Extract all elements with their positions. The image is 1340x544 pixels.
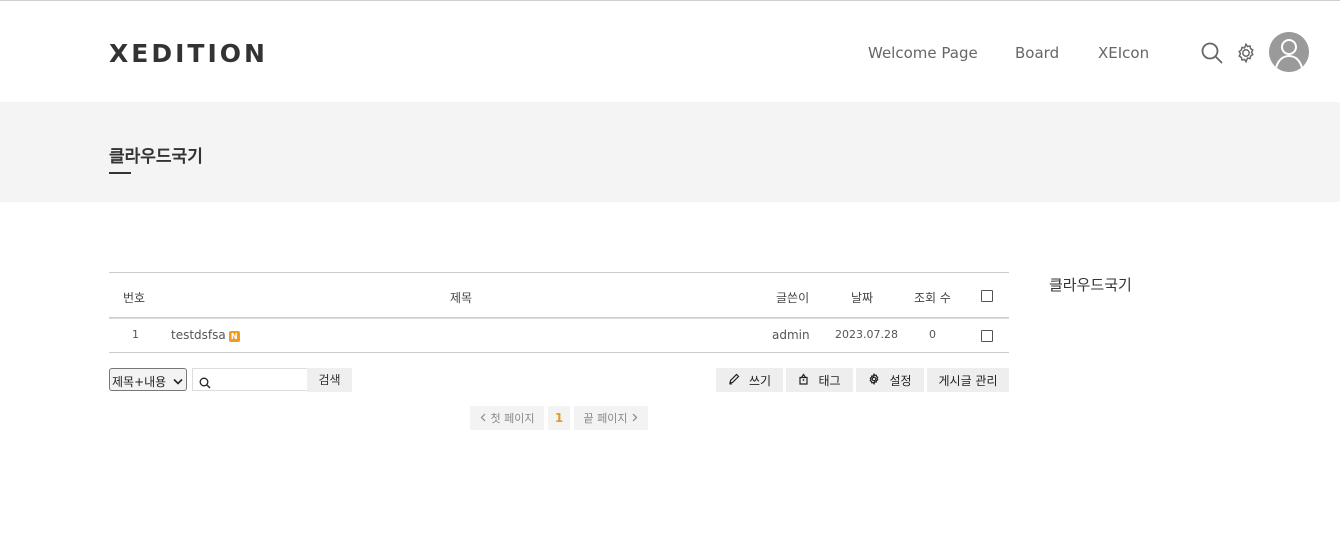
- nav-welcome-page[interactable]: Welcome Page: [868, 44, 978, 62]
- tag-icon: [798, 372, 809, 388]
- page-banner: 클라우드국기: [0, 102, 1340, 202]
- last-page-label: 끝 페이지: [583, 412, 628, 425]
- site-header: XEDITION Welcome Page Board XEIcon: [0, 1, 1340, 101]
- tag-label: 태그: [818, 373, 841, 388]
- settings-button[interactable]: 설정: [856, 368, 924, 392]
- header-author: 글쓴이: [776, 291, 810, 305]
- first-page-label: 첫 페이지: [490, 412, 535, 425]
- header-views: 조회 수: [914, 291, 951, 305]
- manage-posts-label: 게시글 관리: [938, 373, 998, 388]
- row-date: 2023.07.28: [835, 328, 898, 341]
- row-title-link[interactable]: testdsfsa: [171, 328, 226, 342]
- gear-icon: [868, 372, 880, 388]
- row-checkbox[interactable]: [981, 330, 993, 342]
- header-title: 제목: [450, 291, 473, 305]
- nav-xeicon[interactable]: XEIcon: [1098, 44, 1149, 62]
- settings-label: 설정: [889, 373, 912, 388]
- first-page-button[interactable]: 첫 페이지: [470, 406, 544, 430]
- new-badge: N: [228, 331, 240, 342]
- manage-posts-button[interactable]: 게시글 관리: [927, 368, 1009, 392]
- select-all-checkbox[interactable]: [981, 290, 993, 302]
- search-input[interactable]: [215, 371, 303, 388]
- site-logo[interactable]: XEDITION: [109, 39, 268, 68]
- user-avatar[interactable]: [1269, 32, 1309, 72]
- write-button[interactable]: 쓰기: [716, 368, 783, 392]
- write-label: 쓰기: [748, 373, 772, 388]
- chevron-left-icon: [480, 412, 486, 425]
- row-views: 0: [929, 328, 936, 341]
- search-target-value: 제목+내용: [112, 375, 167, 389]
- gear-icon[interactable]: [1234, 41, 1258, 65]
- search-icon[interactable]: [1200, 41, 1224, 65]
- row-title-cell: testdsfsa N: [171, 328, 240, 342]
- table-row: 1 testdsfsa N admin 2023.07.28 0: [109, 319, 1009, 353]
- row-author[interactable]: admin: [772, 328, 810, 342]
- search-button[interactable]: 검색: [307, 368, 352, 392]
- chevron-right-icon: [632, 412, 638, 425]
- tag-button[interactable]: 태그: [786, 368, 853, 392]
- nav-board[interactable]: Board: [1015, 44, 1059, 62]
- search-field: [192, 368, 307, 391]
- table-header: 번호 제목 글쓴이 날짜 조회 수: [109, 272, 1009, 318]
- search-small-icon: [199, 374, 211, 393]
- title-underline: [109, 172, 131, 174]
- sidebar-title: 클라우드국기: [1049, 276, 1132, 294]
- page-title: 클라우드국기: [109, 147, 203, 167]
- pencil-icon: [728, 373, 740, 388]
- header-date: 날짜: [851, 291, 874, 305]
- search-target-select[interactable]: 제목+내용: [109, 368, 187, 391]
- last-page-button[interactable]: 끝 페이지: [574, 406, 648, 430]
- chevron-down-icon: [173, 375, 183, 389]
- page-number-current[interactable]: 1: [548, 406, 570, 430]
- row-number: 1: [132, 328, 139, 341]
- header-number: 번호: [123, 291, 146, 305]
